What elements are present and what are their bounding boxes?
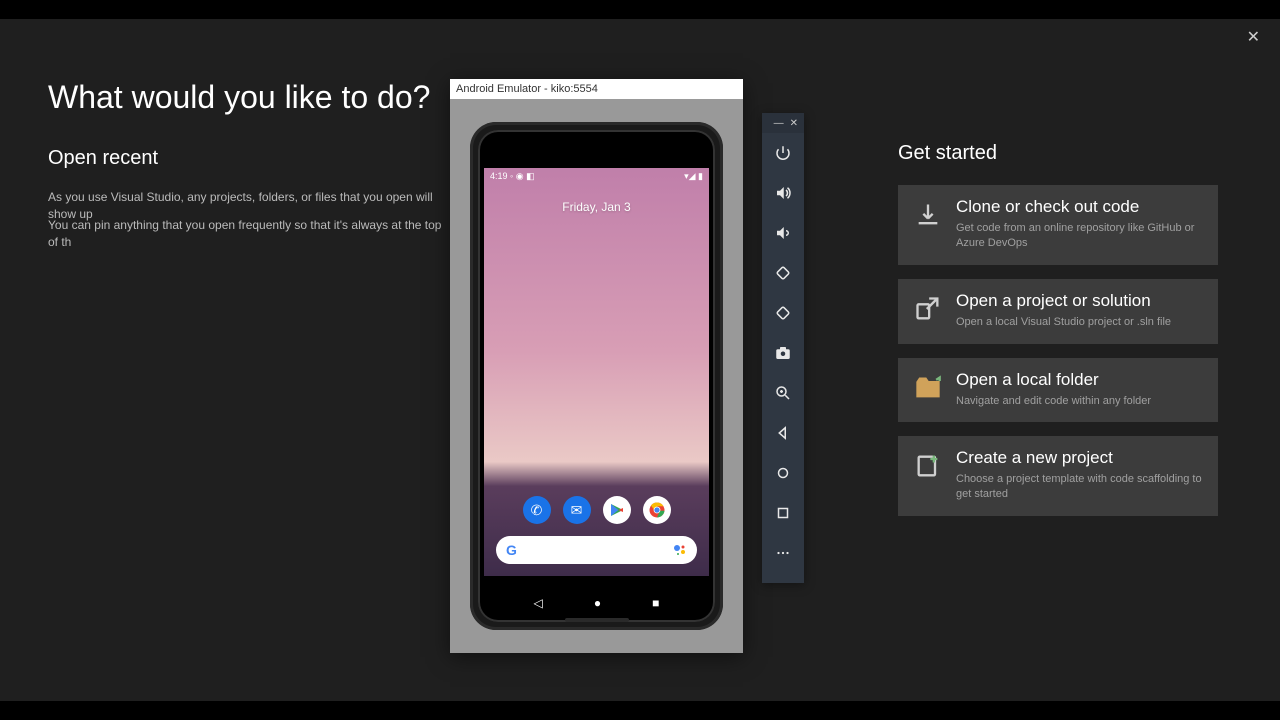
open-folder-desc: Navigate and edit code within any folder bbox=[956, 394, 1202, 409]
screenshot-icon[interactable] bbox=[762, 333, 804, 373]
home-icon[interactable] bbox=[762, 453, 804, 493]
open-project-desc: Open a local Visual Studio project or .s… bbox=[956, 315, 1202, 330]
open-folder-card[interactable]: Open a local folder Navigate and edit co… bbox=[898, 358, 1218, 423]
play-store-icon[interactable] bbox=[603, 496, 631, 524]
close-icon[interactable]: ✕ bbox=[1239, 23, 1268, 51]
open-folder-title: Open a local folder bbox=[956, 370, 1202, 390]
assistant-icon[interactable] bbox=[673, 543, 687, 557]
android-nav-bar: ◁ ● ■ bbox=[478, 596, 715, 610]
new-project-title: Create a new project bbox=[956, 448, 1202, 468]
app-dock: ✆ ✉ bbox=[484, 496, 709, 524]
open-recent-text-2: You can pin anything that you open frequ… bbox=[48, 217, 448, 251]
clone-title: Clone or check out code bbox=[956, 197, 1202, 217]
emulator-toolbar: — ✕ bbox=[762, 113, 804, 583]
google-logo-icon: G bbox=[506, 542, 517, 558]
vs-start-window: ✕ What would you like to do? Open recent… bbox=[0, 19, 1280, 701]
more-icon[interactable] bbox=[762, 533, 804, 573]
status-time: 4:19 ◦ ◉ ◧ bbox=[490, 171, 535, 182]
home-nav-icon[interactable]: ● bbox=[594, 596, 601, 610]
clone-card[interactable]: Clone or check out code Get code from an… bbox=[898, 185, 1218, 265]
page-title: What would you like to do? bbox=[48, 79, 430, 116]
overview-nav-icon[interactable]: ■ bbox=[652, 596, 659, 610]
open-project-title: Open a project or solution bbox=[956, 291, 1202, 311]
chrome-app-icon[interactable] bbox=[643, 496, 671, 524]
toolbar-close-icon[interactable]: ✕ bbox=[790, 118, 798, 129]
power-icon[interactable] bbox=[762, 133, 804, 173]
messages-app-icon[interactable]: ✉ bbox=[563, 496, 591, 524]
open-recent-title: Open recent bbox=[48, 147, 158, 170]
phone-frame: 4:19 ◦ ◉ ◧ ▾◢ ▮ Friday, Jan 3 ✆ ✉ bbox=[470, 122, 723, 630]
phone-screen[interactable]: 4:19 ◦ ◉ ◧ ▾◢ ▮ Friday, Jan 3 ✆ ✉ bbox=[484, 168, 709, 576]
clone-desc: Get code from an online repository like … bbox=[956, 221, 1202, 251]
get-started-cards: Clone or check out code Get code from an… bbox=[898, 185, 1218, 516]
emulator-window[interactable]: Android Emulator - kiko:5554 4:19 ◦ ◉ ◧ … bbox=[450, 79, 743, 653]
overview-icon[interactable] bbox=[762, 493, 804, 533]
clone-icon bbox=[914, 201, 942, 229]
rotate-left-icon[interactable] bbox=[762, 253, 804, 293]
back-nav-icon[interactable]: ◁ bbox=[534, 596, 543, 610]
open-folder-icon bbox=[914, 374, 942, 402]
phone-app-icon[interactable]: ✆ bbox=[523, 496, 551, 524]
zoom-icon[interactable] bbox=[762, 373, 804, 413]
get-started-title: Get started bbox=[898, 142, 997, 165]
emulator-title[interactable]: Android Emulator - kiko:5554 bbox=[450, 79, 743, 99]
back-icon[interactable] bbox=[762, 413, 804, 453]
toolbar-minimize-icon[interactable]: — bbox=[774, 118, 784, 129]
bottom-speaker bbox=[565, 618, 629, 622]
home-date: Friday, Jan 3 bbox=[484, 200, 709, 214]
volume-up-icon[interactable] bbox=[762, 173, 804, 213]
google-search-bar[interactable]: G bbox=[496, 536, 697, 564]
open-project-icon bbox=[914, 295, 942, 323]
emulator-body: 4:19 ◦ ◉ ◧ ▾◢ ▮ Friday, Jan 3 ✆ ✉ bbox=[450, 99, 743, 653]
rotate-right-icon[interactable] bbox=[762, 293, 804, 333]
new-project-icon bbox=[914, 452, 942, 480]
new-project-desc: Choose a project template with code scaf… bbox=[956, 472, 1202, 502]
volume-down-icon[interactable] bbox=[762, 213, 804, 253]
new-project-card[interactable]: Create a new project Choose a project te… bbox=[898, 436, 1218, 516]
status-bar: 4:19 ◦ ◉ ◧ ▾◢ ▮ bbox=[484, 168, 709, 184]
status-right: ▾◢ ▮ bbox=[684, 171, 703, 182]
open-project-card[interactable]: Open a project or solution Open a local … bbox=[898, 279, 1218, 344]
